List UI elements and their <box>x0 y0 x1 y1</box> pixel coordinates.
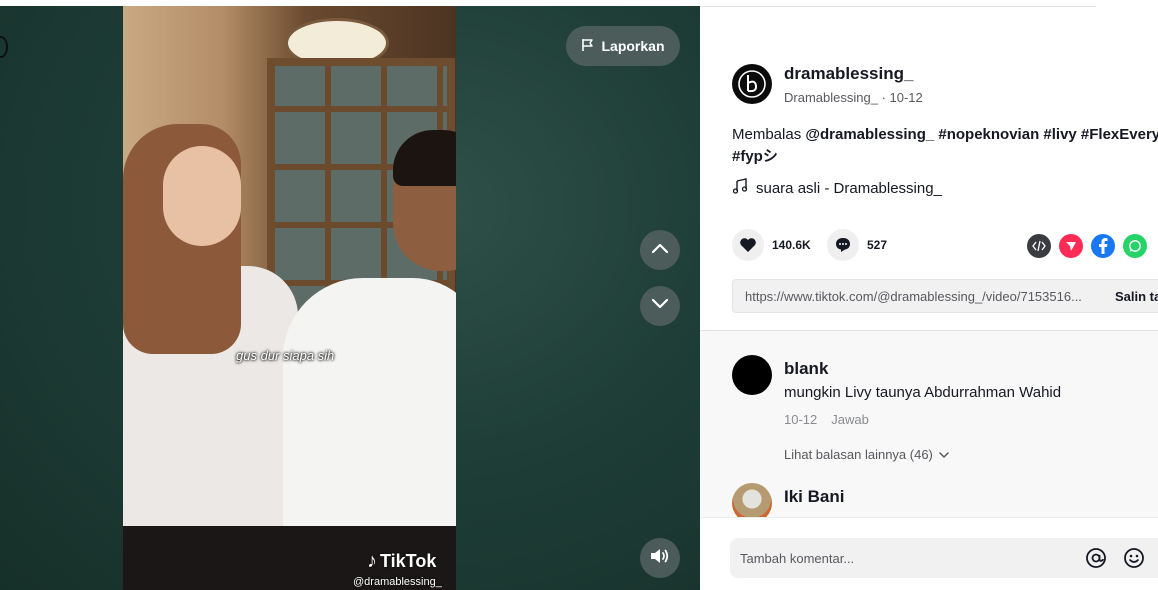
video-url-box[interactable]: https://www.tiktok.com/@dramablessing_/v… <box>732 279 1158 313</box>
person-right-body <box>283 278 456 528</box>
comment-count: 527 <box>867 238 888 252</box>
back-indicator[interactable] <box>0 36 8 58</box>
report-button[interactable]: Laporkan <box>566 26 680 66</box>
video-caption: gus dur siapa sih <box>236 348 335 363</box>
embed-icon[interactable] <box>1027 234 1051 258</box>
speaker-icon <box>649 547 671 570</box>
comment-action[interactable]: 527 <box>827 229 887 261</box>
previous-video-button[interactable] <box>640 230 680 270</box>
share-row <box>1027 234 1147 258</box>
mention-link[interactable]: @dramablessing_ <box>805 126 934 143</box>
view-more-replies[interactable]: Lihat balasan lainnya (46) <box>784 447 949 462</box>
comment-text: mungkin Livy taunya Abdurrahman Wahid <box>784 384 1062 401</box>
flag-icon <box>581 38 595 55</box>
post-date: 10-12 <box>889 90 923 105</box>
tiktok-brand: TikTok <box>380 551 437 571</box>
emoji-icon[interactable] <box>1122 546 1146 570</box>
comment-author[interactable]: blank <box>784 359 828 379</box>
watermark-handle: @dramablessing_ <box>353 576 442 588</box>
author-nickname: Dramablessing_ <box>784 90 878 105</box>
facebook-icon[interactable] <box>1091 234 1115 258</box>
video-url[interactable]: https://www.tiktok.com/@dramablessing_/v… <box>745 289 1107 304</box>
tiktok-note-icon: ♪ <box>367 550 377 572</box>
author-username[interactable]: dramablessing_ <box>784 64 913 84</box>
music-note-icon <box>732 178 748 198</box>
sound-button[interactable] <box>640 538 680 578</box>
author-subline: Dramablessing_ · 10-12 <box>784 90 923 105</box>
post-description: Membalas @dramablessing_ #nopeknovian #l… <box>732 124 1158 168</box>
send-icon[interactable] <box>1059 234 1083 258</box>
author-avatar[interactable] <box>732 64 772 104</box>
comment-meta: 10-12 Jawab <box>784 412 869 427</box>
like-count: 140.6K <box>772 238 811 252</box>
comment-avatar[interactable] <box>732 483 772 517</box>
info-panel: dramablessing_ Dramablessing_ · 10-12 Me… <box>700 0 1158 590</box>
description-prefix: Membalas <box>732 126 806 143</box>
video-frame[interactable]: gus dur siapa sih ♪ TikTok @dramablessin… <box>123 6 456 590</box>
comment-author[interactable]: Iki Bani <box>784 487 844 507</box>
like-action[interactable]: 140.6K <box>732 229 811 261</box>
date-separator: · <box>881 90 890 105</box>
top-divider <box>700 0 1096 7</box>
music-link[interactable]: suara asli - Dramablessing_ <box>732 178 942 198</box>
mention-at-icon[interactable] <box>1084 546 1108 570</box>
whatsapp-icon[interactable] <box>1123 234 1147 258</box>
copy-link-button[interactable]: Salin ta <box>1115 289 1158 304</box>
report-label: Laporkan <box>601 38 665 54</box>
video-player[interactable]: gus dur siapa sih ♪ TikTok @dramablessin… <box>0 0 700 590</box>
person-left-face <box>163 146 241 246</box>
comment-avatar[interactable] <box>732 355 772 395</box>
chevron-up-icon <box>651 241 669 259</box>
comment-bar <box>700 517 1158 590</box>
comment-date: 10-12 <box>784 412 818 427</box>
chevron-down-icon <box>939 447 949 462</box>
hashtags-line2[interactable]: #fypシ <box>732 148 778 165</box>
next-video-button[interactable] <box>640 286 680 326</box>
heart-icon[interactable] <box>732 229 764 261</box>
tiktok-watermark: ♪ TikTok <box>367 550 436 573</box>
chevron-down-icon <box>651 297 669 315</box>
hashtags-line1[interactable]: #nopeknovian #livy #FlexEvery <box>934 126 1158 143</box>
music-title: suara asli - Dramablessing_ <box>756 179 942 197</box>
reply-button[interactable]: Jawab <box>831 412 869 427</box>
comment-icon[interactable] <box>827 229 859 261</box>
view-more-replies-label: Lihat balasan lainnya (46) <box>784 447 933 462</box>
comment-list[interactable]: blank mungkin Livy taunya Abdurrahman Wa… <box>700 331 1158 517</box>
